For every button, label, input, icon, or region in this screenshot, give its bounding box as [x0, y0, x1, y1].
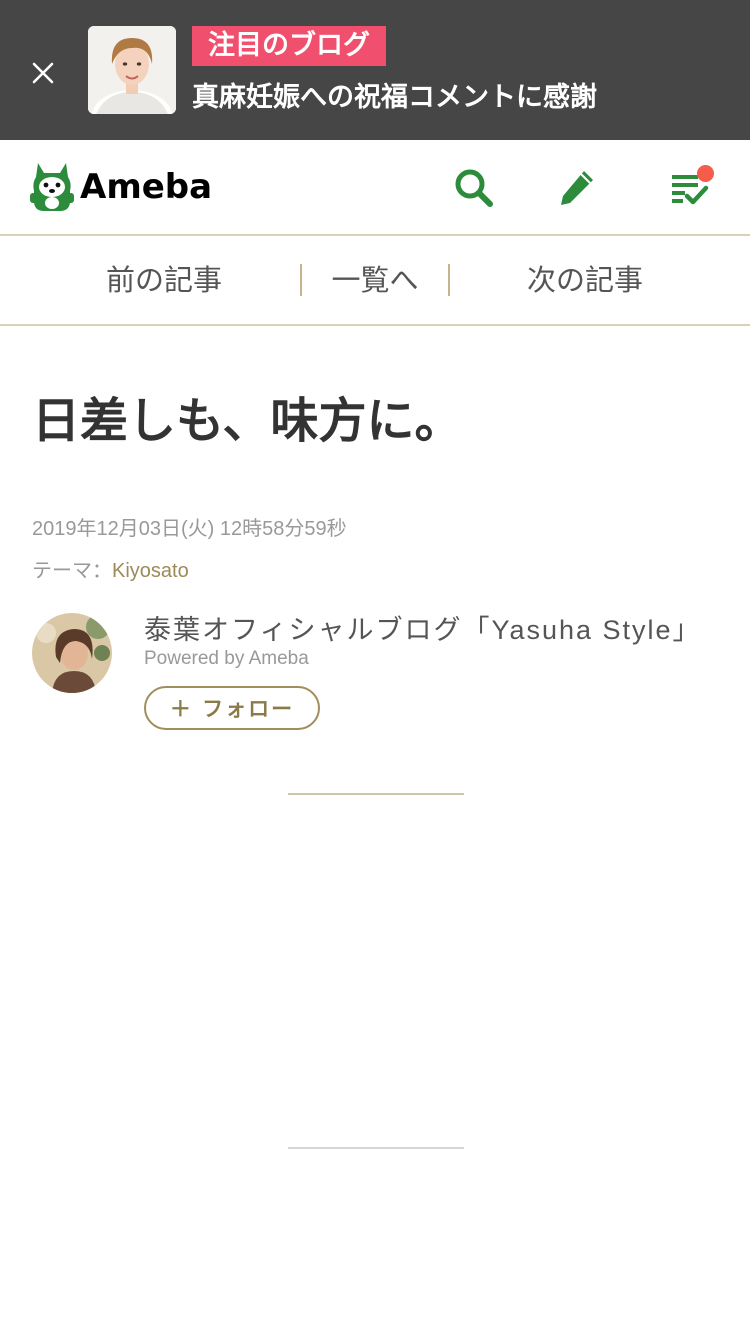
- banner-thumbnail[interactable]: [88, 26, 176, 114]
- site-header: Ameba: [0, 140, 750, 236]
- featured-tag: 注目のブログ: [192, 26, 386, 66]
- banner-title[interactable]: 真麻妊娠への祝福コメントに感謝: [192, 78, 737, 118]
- article-navigation: 前の記事 一覧へ 次の記事: [0, 236, 750, 326]
- article-date: 2019年12月03日(火) 12時58分59秒: [32, 518, 347, 540]
- follow-button[interactable]: ＋ フォロー: [144, 686, 320, 730]
- author-avatar[interactable]: [32, 613, 112, 693]
- powered-by: Powered by Ameba: [144, 648, 309, 669]
- theme-link[interactable]: Kiyosato: [112, 560, 189, 582]
- article-list-link[interactable]: 一覧へ: [302, 236, 448, 324]
- prev-article-link[interactable]: 前の記事: [40, 236, 288, 324]
- blog-name-link[interactable]: 泰葉オフィシャルブログ「Yasuha Style」: [144, 608, 734, 647]
- search-icon[interactable]: [453, 167, 495, 209]
- pen-icon[interactable]: [557, 167, 599, 209]
- logo-wordmark: Ameba: [80, 167, 213, 207]
- ameba-mascot-icon: [30, 163, 74, 211]
- article-title: 日差しも、味方に。: [32, 393, 463, 449]
- section-divider: [288, 793, 464, 795]
- notification-badge: [697, 165, 714, 182]
- next-article-link[interactable]: 次の記事: [450, 236, 720, 324]
- section-divider: [288, 1147, 464, 1149]
- theme-label: テーマ：: [32, 560, 112, 582]
- article-theme: テーマ：Kiyosato: [32, 554, 189, 583]
- close-icon[interactable]: [29, 59, 57, 87]
- ameba-logo[interactable]: Ameba: [30, 160, 212, 214]
- featured-blog-banner[interactable]: 注目のブログ 真麻妊娠への祝福コメントに感謝: [0, 0, 750, 140]
